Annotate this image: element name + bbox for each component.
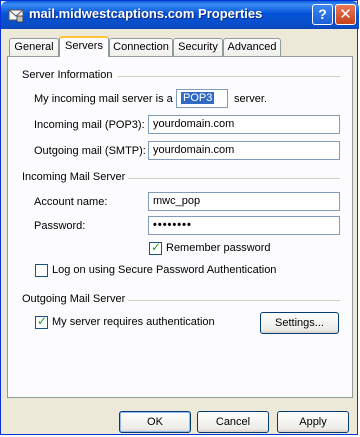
help-button[interactable]: ? xyxy=(312,4,333,25)
outgoing-mail-label: Outgoing mail (SMTP): xyxy=(34,145,146,157)
server-info-heading: Server Information xyxy=(22,69,113,81)
spa-checkbox[interactable] xyxy=(35,264,48,277)
divider xyxy=(128,178,340,179)
apply-button[interactable]: Apply xyxy=(277,411,349,433)
incoming-type-suffix: server. xyxy=(234,93,268,105)
incoming-type-field[interactable]: POP3 xyxy=(176,89,228,108)
outgoing-server-heading: Outgoing Mail Server xyxy=(22,293,126,305)
tab-general[interactable]: General xyxy=(9,38,59,56)
close-button[interactable]: ✕ xyxy=(335,4,356,25)
settings-button[interactable]: Settings... xyxy=(260,312,339,334)
divider xyxy=(118,76,340,77)
account-name-field[interactable]: mwc_pop xyxy=(148,192,340,211)
incoming-type-prefix: My incoming mail server is a xyxy=(34,93,173,105)
checkmark-icon: ✓ xyxy=(37,314,48,328)
remember-password-label: Remember password xyxy=(166,242,271,254)
incoming-mail-label: Incoming mail (POP3): xyxy=(34,119,145,131)
properties-dialog: mail.midwestcaptions.com Properties ? ✕ … xyxy=(0,0,359,435)
tab-security[interactable]: Security xyxy=(173,38,223,56)
divider xyxy=(128,300,340,301)
password-label: Password: xyxy=(34,220,86,232)
incoming-mail-field[interactable]: yourdomain.com xyxy=(148,115,340,134)
incoming-type-value: POP3 xyxy=(181,92,215,104)
title-bar[interactable]: mail.midwestcaptions.com Properties ? ✕ xyxy=(1,1,359,29)
mail-account-icon xyxy=(8,9,24,23)
window-title: mail.midwestcaptions.com Properties xyxy=(29,6,263,21)
tab-servers[interactable]: Servers xyxy=(59,36,109,57)
servers-panel: Server Information My incoming mail serv… xyxy=(7,56,353,398)
tab-advanced[interactable]: Advanced xyxy=(223,38,281,56)
outgoing-mail-field[interactable]: yourdomain.com xyxy=(148,141,340,160)
spa-label: Log on using Secure Password Authenticat… xyxy=(52,264,277,276)
account-name-label: Account name: xyxy=(34,196,108,208)
remember-password-checkbox[interactable]: ✓ xyxy=(149,240,162,255)
incoming-server-heading: Incoming Mail Server xyxy=(22,171,126,183)
ok-button[interactable]: OK xyxy=(119,411,191,433)
requires-auth-checkbox[interactable]: ✓ xyxy=(35,314,48,329)
requires-auth-label: My server requires authentication xyxy=(52,316,215,328)
password-field[interactable]: •••••••• xyxy=(148,216,340,235)
cancel-button[interactable]: Cancel xyxy=(197,411,269,433)
tab-connection[interactable]: Connection xyxy=(109,38,173,56)
checkmark-icon: ✓ xyxy=(151,240,162,254)
